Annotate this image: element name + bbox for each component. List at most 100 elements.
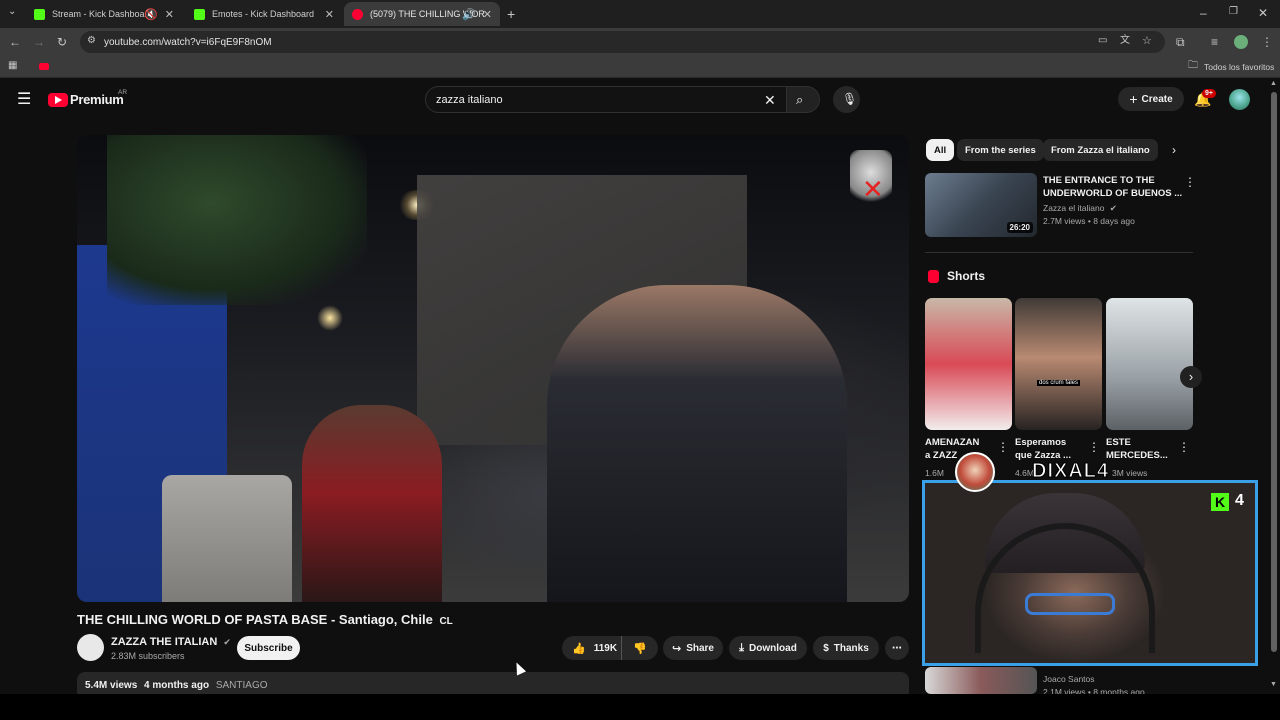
subscriber-count: 2.83M subscribers xyxy=(111,651,185,661)
recommended-thumbnail-2[interactable] xyxy=(925,667,1037,694)
short-thumbnail-2[interactable]: dos crum fales xyxy=(1015,298,1102,430)
scroll-down-icon[interactable]: ▼ xyxy=(1270,681,1277,688)
bookmarks-bar: ▦ 🗀 Todos los favoritos xyxy=(0,56,1280,78)
tab-kick-stream[interactable]: Stream - Kick Dashboard 🔇 ✕ xyxy=(26,2,182,26)
tab-search-icon[interactable]: ⌄ xyxy=(8,7,16,17)
all-bookmarks-link[interactable]: Todos los favoritos xyxy=(1204,62,1274,72)
clear-search-icon[interactable]: ✕ xyxy=(764,93,776,107)
folder-icon: 🗀 xyxy=(1188,60,1198,71)
channel-watermark-icon[interactable]: ✕ xyxy=(850,150,892,206)
minimize-icon[interactable]: – xyxy=(1200,7,1207,19)
browser-menu-icon[interactable]: ⋮ xyxy=(1261,36,1273,48)
bookmark-star-icon[interactable]: ☆ xyxy=(1142,36,1152,47)
short-title-2[interactable]: Esperamos que Zazza ... xyxy=(1015,436,1071,462)
youtube-logo-text[interactable]: Premium xyxy=(70,92,124,107)
share-button[interactable]: ↪ Share xyxy=(663,636,723,660)
thanks-button[interactable]: $ Thanks xyxy=(813,636,879,660)
more-vertical-icon[interactable]: ⋮ xyxy=(997,441,1009,453)
share-label: Share xyxy=(686,642,714,654)
more-vertical-icon[interactable]: ⋮ xyxy=(1184,176,1196,188)
recommended-title[interactable]: THE ENTRANCE TO THE UNDERWORLD OF BUENOS… xyxy=(1043,174,1183,200)
chevron-right-icon[interactable]: › xyxy=(1172,144,1176,156)
streamer-webcam-overlay: K 4 xyxy=(922,480,1258,666)
reload-icon[interactable]: ↻ xyxy=(57,36,67,48)
short-title-3[interactable]: ESTE MERCEDES... xyxy=(1106,436,1168,462)
kick-favicon xyxy=(34,8,45,20)
woman-figure xyxy=(302,405,442,602)
like-button[interactable]: 👍 119K xyxy=(562,636,622,660)
recommended-channel-2[interactable]: Joaco Santos xyxy=(1043,674,1095,684)
tab-kick-emotes[interactable]: Emotes - Kick Dashboard ✕ xyxy=(186,2,342,26)
tab-audio-icon[interactable]: 🔊 xyxy=(462,8,476,21)
profile-avatar[interactable] xyxy=(1234,35,1248,49)
more-vertical-icon[interactable]: ⋮ xyxy=(1088,441,1100,453)
play-triangle-icon xyxy=(55,96,62,104)
short-thumbnail-1[interactable] xyxy=(925,298,1012,430)
site-info-icon[interactable]: ⚙ xyxy=(87,36,96,46)
verified-badge-icon: ✔ xyxy=(1109,203,1117,213)
concrete-planter xyxy=(162,475,292,602)
short-thumbnail-3[interactable] xyxy=(1106,298,1193,430)
chip-all[interactable]: All xyxy=(926,139,955,161)
reading-list-icon[interactable]: ≡ xyxy=(1211,36,1218,48)
chip-from-series[interactable]: From the series xyxy=(957,139,1044,161)
account-avatar[interactable] xyxy=(1229,89,1250,110)
window-close-icon[interactable]: ✕ xyxy=(1258,7,1268,19)
verified-badge-icon: ✔ xyxy=(223,637,231,647)
chip-from-zazza[interactable]: From Zazza el italiano xyxy=(1043,139,1158,161)
microphone-icon: 🎙 xyxy=(842,92,858,106)
voice-search-button[interactable]: 🎙 xyxy=(833,86,860,113)
upload-age: 4 months ago xyxy=(144,680,210,691)
recommended-channel[interactable]: Zazza el italiano ✔ xyxy=(1043,203,1117,214)
tab-mute-icon[interactable]: 🔇 xyxy=(144,8,158,21)
dislike-button[interactable]: 👎 xyxy=(622,636,658,660)
search-button[interactable]: ⌕ xyxy=(786,86,820,113)
forward-icon[interactable]: → xyxy=(33,36,45,48)
youtube-logo-icon[interactable] xyxy=(48,93,68,107)
restore-icon[interactable]: ❐ xyxy=(1229,7,1238,17)
tab-youtube-video[interactable]: (5079) THE CHILLING WOR 🔊 ✕ xyxy=(344,2,500,26)
hamburger-menu-icon[interactable]: ☰ xyxy=(17,92,31,108)
scroll-up-icon[interactable]: ▲ xyxy=(1270,80,1277,87)
close-icon[interactable]: ✕ xyxy=(483,8,492,21)
location-tag[interactable]: SANTIAGO xyxy=(216,680,268,691)
subscribe-button[interactable]: Subscribe xyxy=(237,636,300,660)
new-tab-icon[interactable]: + xyxy=(507,7,515,21)
browser-tab-bar: ⌄ Stream - Kick Dashboard 🔇 ✕ Emotes - K… xyxy=(0,0,1280,28)
title-line: MERCEDES... xyxy=(1106,450,1168,461)
recommended-thumbnail[interactable]: 26:20 xyxy=(925,173,1037,237)
download-button[interactable]: ⤓ Download xyxy=(729,636,807,660)
back-icon[interactable]: ← xyxy=(9,36,21,48)
search-icon: ⌕ xyxy=(796,92,804,107)
create-button[interactable]: + Create xyxy=(1118,87,1184,111)
view-count: 5.4M views xyxy=(85,680,138,691)
scrollbar-thumb[interactable] xyxy=(1271,92,1277,652)
title-line: Esperamos xyxy=(1015,437,1067,448)
red-x-icon: ✕ xyxy=(862,174,884,204)
translate-icon[interactable]: 文 xyxy=(1120,36,1130,46)
url-bar[interactable]: ⚙ youtube.com/watch?v=i6FqE9F8nOM ▭ 文 ☆ xyxy=(80,31,1165,53)
street-light-glow xyxy=(317,305,343,331)
channel-avatar[interactable] xyxy=(77,634,104,661)
region-code: AR xyxy=(118,89,128,96)
shorts-icon xyxy=(928,270,939,283)
country-flag: CL xyxy=(439,616,453,627)
search-input[interactable]: zazza italiano ✕ xyxy=(425,86,787,113)
cast-icon[interactable]: ▭ xyxy=(1098,36,1107,46)
video-player[interactable]: ✕ xyxy=(77,135,909,602)
tab-title: Emotes - Kick Dashboard xyxy=(212,9,315,19)
more-actions-button[interactable]: ⋯ xyxy=(885,636,909,660)
channel-name[interactable]: ZAZZA THE ITALIAN ✔ xyxy=(111,636,231,648)
channel-text: Zazza el italiano xyxy=(1043,203,1105,213)
apps-grid-icon[interactable]: ▦ xyxy=(8,61,17,71)
youtube-bookmark-icon[interactable] xyxy=(39,63,49,70)
page-scrollbar[interactable]: ▲ ▼ xyxy=(1268,78,1280,694)
duration-badge: 26:20 xyxy=(1006,222,1033,233)
close-icon[interactable]: ✕ xyxy=(325,8,334,21)
thumbs-up-icon: 👍 xyxy=(572,642,586,655)
shorts-next-button[interactable]: › xyxy=(1180,366,1202,388)
more-vertical-icon[interactable]: ⋮ xyxy=(1178,441,1190,453)
close-icon[interactable]: ✕ xyxy=(165,8,174,21)
extensions-icon[interactable]: ⧉ xyxy=(1176,36,1185,48)
short-views-1: 1.6M xyxy=(925,468,944,478)
